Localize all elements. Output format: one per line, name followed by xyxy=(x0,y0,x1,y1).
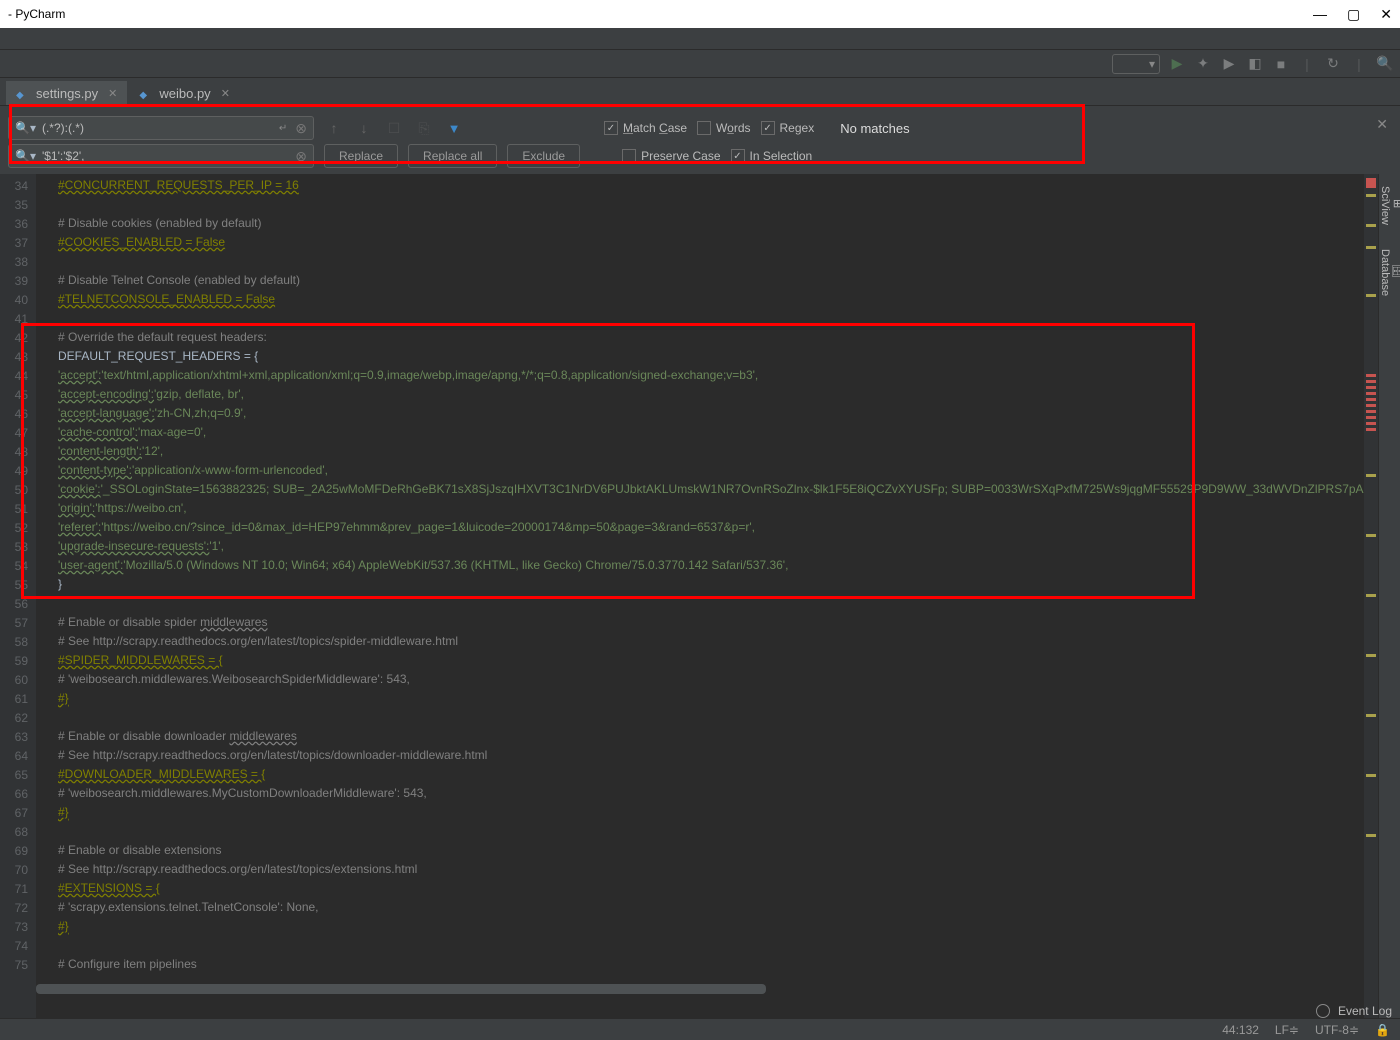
add-selection-button[interactable]: ⎘ xyxy=(414,118,434,138)
find-replace-panel: 🔍▾ (.*?):(.*) ↵ ⊗ ↑ ↓ ☐ ⎘ ▼ Match Case W… xyxy=(0,106,1400,174)
search-input[interactable]: 🔍▾ (.*?):(.*) ↵ ⊗ xyxy=(8,116,314,140)
search-icon: 🔍▾ xyxy=(15,149,36,163)
event-log-icon xyxy=(1316,1004,1330,1018)
in-selection-checkbox[interactable]: In Selection xyxy=(731,149,813,163)
close-tab-icon[interactable]: ✕ xyxy=(108,87,117,100)
tab-weibo-py[interactable]: weibo.py ✕ xyxy=(129,81,240,105)
replace-button[interactable]: Replace xyxy=(324,144,398,168)
status-bar: 44:132 LF≑ UTF-8≑ 🔒 xyxy=(0,1018,1400,1040)
exclude-button[interactable]: Exclude xyxy=(507,144,580,168)
minimize-button[interactable]: — xyxy=(1313,6,1327,23)
stop-button[interactable]: ■ xyxy=(1272,55,1290,73)
error-stripe[interactable] xyxy=(1364,174,1378,1034)
attach-button[interactable]: ◧ xyxy=(1246,55,1264,73)
caret-position[interactable]: 44:132 xyxy=(1222,1023,1259,1037)
python-file-icon xyxy=(139,86,153,100)
search-everywhere-button[interactable]: 🔍 xyxy=(1376,55,1394,73)
run-config-select[interactable]: ▾ xyxy=(1112,54,1160,74)
window-controls: — ▢ ✕ xyxy=(1313,6,1392,23)
right-tool-window-bar: ⊞SciView 🗄Database xyxy=(1378,174,1400,1034)
words-checkbox[interactable]: Words xyxy=(697,121,750,135)
update-button[interactable]: ↻ xyxy=(1324,55,1342,73)
tab-settings-py[interactable]: settings.py ✕ xyxy=(6,81,127,105)
event-log-button[interactable]: Event Log xyxy=(1316,1004,1392,1018)
match-count: No matches xyxy=(840,121,909,136)
tab-label: settings.py xyxy=(36,86,98,101)
debug-button[interactable]: ✦ xyxy=(1194,55,1212,73)
clear-search-icon[interactable]: ⊗ xyxy=(295,120,307,137)
replace-input[interactable]: 🔍▾ '$1':'$2', ⊗ xyxy=(8,144,314,168)
file-encoding[interactable]: UTF-8≑ xyxy=(1315,1023,1359,1037)
sciview-icon: ⊞ xyxy=(1391,186,1400,221)
python-file-icon xyxy=(16,86,30,100)
horizontal-scrollbar[interactable] xyxy=(36,984,1364,996)
coverage-button[interactable]: ▶ xyxy=(1220,55,1238,73)
newline-icon[interactable]: ↵ xyxy=(279,123,287,134)
replace-all-button[interactable]: Replace all xyxy=(408,144,497,168)
prev-match-button[interactable]: ↑ xyxy=(324,118,344,138)
error-indicator-icon xyxy=(1366,178,1376,188)
maximize-button[interactable]: ▢ xyxy=(1347,6,1360,23)
main-menu-bar[interactable] xyxy=(0,28,1400,50)
editor-tabs: settings.py ✕ weibo.py ✕ xyxy=(0,78,1400,106)
readonly-lock-icon[interactable]: 🔒 xyxy=(1375,1023,1390,1037)
sep-icon: | xyxy=(1350,55,1368,73)
next-match-button[interactable]: ↓ xyxy=(354,118,374,138)
search-icon: 🔍▾ xyxy=(15,121,36,135)
close-panel-icon[interactable]: ✕ xyxy=(1376,116,1388,133)
editor-area: 3435363738394041424344454647484950515253… xyxy=(0,174,1400,1034)
sciview-tool-button[interactable]: ⊞SciView xyxy=(1379,174,1400,237)
code-editor[interactable]: #CONCURRENT_REQUESTS_PER_IP = 16 # Disab… xyxy=(36,174,1364,1034)
line-separator[interactable]: LF≑ xyxy=(1275,1023,1299,1037)
run-button[interactable]: ▶ xyxy=(1168,55,1186,73)
preserve-case-checkbox[interactable]: Preserve Case xyxy=(622,149,720,163)
close-button[interactable]: ✕ xyxy=(1380,6,1392,23)
clear-replace-icon[interactable]: ⊗ xyxy=(295,148,307,165)
window-titlebar: - PyCharm — ▢ ✕ xyxy=(0,0,1400,28)
filter-icon[interactable]: ▼ xyxy=(444,118,464,138)
match-case-checkbox[interactable]: Match Case xyxy=(604,121,687,135)
line-gutter[interactable]: 3435363738394041424344454647484950515253… xyxy=(0,174,36,1034)
main-toolbar: ▾ ▶ ✦ ▶ ◧ ■ | ↻ | 🔍 xyxy=(0,50,1400,78)
close-tab-icon[interactable]: ✕ xyxy=(221,87,230,100)
database-tool-button[interactable]: 🗄Database xyxy=(1379,237,1400,308)
replace-text: '$1':'$2', xyxy=(42,149,295,163)
regex-checkbox[interactable]: Regex xyxy=(761,121,815,135)
search-text: (.*?):(.*) xyxy=(42,121,279,135)
select-all-button[interactable]: ☐ xyxy=(384,118,404,138)
window-title: - PyCharm xyxy=(8,7,1313,21)
sep-icon: | xyxy=(1298,55,1316,73)
tab-label: weibo.py xyxy=(159,86,210,101)
database-icon: 🗄 xyxy=(1391,249,1400,292)
